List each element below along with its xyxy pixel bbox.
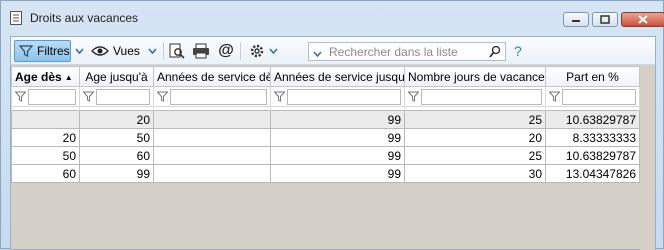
views-button[interactable]: Vues — [91, 40, 140, 62]
filters-label: Filtres — [37, 44, 70, 58]
minimize-icon — [572, 19, 580, 22]
table-row[interactable]: 60 99 99 30 13.04347826 — [11, 164, 640, 183]
vertical-scrollbar[interactable] — [640, 66, 655, 250]
close-button[interactable] — [621, 12, 664, 27]
maximize-icon — [600, 15, 610, 24]
table-cell[interactable]: 60 — [79, 146, 154, 165]
table-cell[interactable]: 99 — [270, 146, 405, 165]
data-grid: Age dès ▲ Age jusqu'à Années de service d… — [11, 66, 640, 183]
column-header-service-from[interactable]: Années de service dès — [153, 66, 271, 87]
filter-input[interactable] — [96, 89, 150, 105]
table-cell[interactable]: 99 — [270, 164, 405, 183]
table-row[interactable]: 20 99 25 10.63829787 — [11, 110, 640, 129]
column-header-vacation-days[interactable]: Nombre jours de vacances — [404, 66, 546, 87]
eye-icon — [91, 46, 109, 56]
table-cell[interactable]: 50 — [11, 146, 80, 165]
search-scope-chevron-icon[interactable] — [313, 46, 322, 60]
close-icon — [638, 15, 648, 24]
filter-cell[interactable] — [545, 86, 640, 107]
filter-funnel-icon[interactable] — [273, 91, 286, 105]
column-header-age-from[interactable]: Age dès ▲ — [11, 66, 80, 87]
sort-ascending-icon: ▲ — [64, 72, 73, 82]
filter-input[interactable] — [170, 89, 267, 105]
toolbar-separator — [163, 42, 164, 60]
list-document-icon — [10, 11, 22, 25]
filters-dropdown-chevron-icon[interactable] — [73, 40, 85, 62]
table-cell[interactable]: 10.63829787 — [545, 146, 640, 165]
column-header-service-to[interactable]: Années de service jusqu'à — [270, 66, 405, 87]
filter-input[interactable] — [562, 89, 636, 105]
title-bar[interactable]: Droits aux vacances — [1, 1, 664, 35]
header-row: Age dès ▲ Age jusqu'à Années de service d… — [11, 66, 640, 87]
print-preview-icon[interactable] — [167, 41, 187, 61]
filter-input[interactable] — [287, 89, 401, 105]
views-dropdown-chevron-icon[interactable] — [146, 40, 158, 62]
table-cell[interactable]: 99 — [79, 164, 154, 183]
table-row[interactable]: 20 50 99 20 8.33333333 — [11, 128, 640, 147]
table-cell[interactable]: 20 — [404, 128, 546, 147]
table-cell[interactable]: 50 — [79, 128, 154, 147]
search-box[interactable]: Rechercher dans la liste — [308, 42, 506, 61]
column-header-percentage[interactable]: Part en % — [545, 66, 640, 87]
filter-funnel-icon[interactable] — [548, 91, 561, 105]
table-cell[interactable] — [153, 146, 271, 165]
table-cell[interactable]: 30 — [404, 164, 546, 183]
filter-cell[interactable] — [79, 86, 154, 107]
settings-dropdown-chevron-icon[interactable] — [267, 40, 279, 62]
filter-cell[interactable] — [153, 86, 271, 107]
table-cell[interactable] — [153, 164, 271, 183]
table-cell[interactable] — [153, 128, 271, 147]
table-cell[interactable] — [153, 110, 271, 129]
email-at-icon[interactable]: @ — [216, 41, 236, 61]
toolbar-separator — [240, 42, 241, 60]
maximize-button[interactable] — [592, 12, 618, 27]
table-cell[interactable]: 8.33333333 — [545, 128, 640, 147]
column-header-age-to[interactable]: Age jusqu'à — [79, 66, 154, 87]
search-input[interactable]: Rechercher dans la liste — [329, 45, 458, 59]
filter-funnel-icon[interactable] — [156, 91, 169, 105]
funnel-icon — [19, 45, 33, 57]
gear-icon[interactable] — [247, 41, 267, 61]
table-cell[interactable]: 13.04347826 — [545, 164, 640, 183]
filter-input[interactable] — [421, 89, 542, 105]
filters-button[interactable]: Filtres — [14, 40, 71, 62]
table-cell[interactable]: 25 — [404, 146, 546, 165]
printer-icon[interactable] — [191, 41, 211, 61]
search-icon[interactable] — [489, 45, 501, 61]
window-title: Droits aux vacances — [30, 11, 139, 25]
table-cell[interactable]: 99 — [270, 110, 405, 129]
filter-row — [11, 86, 640, 107]
views-label: Vues — [113, 44, 140, 58]
filter-input[interactable] — [28, 89, 76, 105]
filter-funnel-icon[interactable] — [14, 91, 27, 105]
app-window: Droits aux vacances Filtres Vues @ Reche… — [0, 0, 664, 250]
table-cell[interactable]: 10.63829787 — [545, 110, 640, 129]
help-icon[interactable]: ? — [514, 43, 522, 59]
filter-cell[interactable] — [404, 86, 546, 107]
filter-cell[interactable] — [270, 86, 405, 107]
minimize-button[interactable] — [563, 12, 589, 27]
table-cell[interactable]: 60 — [11, 164, 80, 183]
table-cell[interactable]: 20 — [79, 110, 154, 129]
filter-funnel-icon[interactable] — [407, 91, 420, 105]
table-cell[interactable]: 99 — [270, 128, 405, 147]
toolbar: Filtres Vues @ Rechercher dans la liste … — [11, 37, 655, 65]
filter-cell[interactable] — [11, 86, 80, 107]
table-cell[interactable]: 20 — [11, 128, 80, 147]
content-panel: Filtres Vues @ Rechercher dans la liste … — [10, 36, 656, 250]
table-row[interactable]: 50 60 99 25 10.63829787 — [11, 146, 640, 165]
table-cell[interactable] — [11, 110, 80, 129]
filter-funnel-icon[interactable] — [82, 91, 95, 105]
table-cell[interactable]: 25 — [404, 110, 546, 129]
